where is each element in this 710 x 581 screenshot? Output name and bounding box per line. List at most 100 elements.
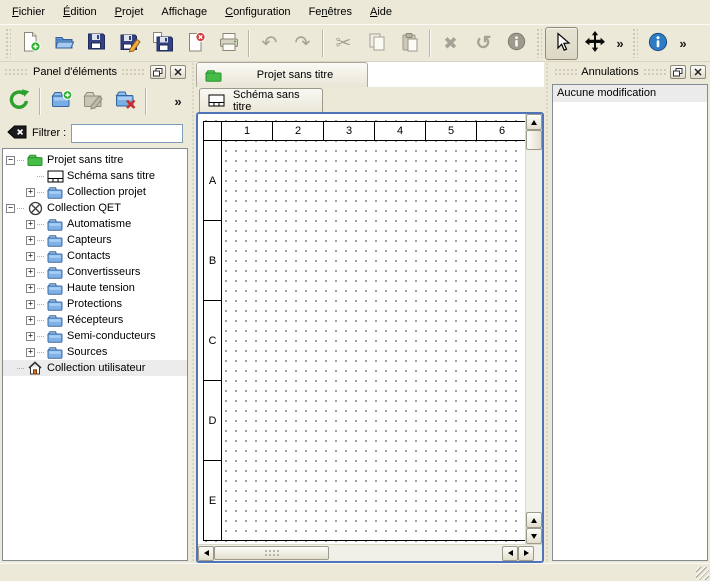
save-all-button[interactable]: [146, 27, 179, 60]
tree-item-haute-tension[interactable]: +Haute tension: [3, 280, 187, 296]
tree-item-recepteurs[interactable]: +Récepteurs: [3, 312, 187, 328]
tree-connector: [37, 192, 44, 193]
titlebar-texture: [643, 68, 666, 76]
about-button[interactable]: [641, 27, 674, 60]
close-file-button[interactable]: [179, 27, 212, 60]
delete-category-button[interactable]: [110, 85, 140, 117]
paste-button[interactable]: [393, 27, 426, 60]
expand-toggle[interactable]: +: [26, 284, 35, 293]
rotate-button[interactable]: ↺: [467, 27, 500, 60]
expand-toggle[interactable]: +: [26, 332, 35, 341]
scroll-up-button[interactable]: [526, 512, 542, 528]
move-tool-button[interactable]: [578, 27, 611, 60]
menu-aide[interactable]: Aide: [361, 2, 401, 22]
vertical-scrollbar[interactable]: [525, 114, 542, 544]
expand-toggle[interactable]: +: [26, 348, 35, 357]
close-panel-button[interactable]: [170, 65, 186, 79]
undo-panel-titlebar: Annulations: [550, 62, 710, 82]
vertical-scroll-thumb[interactable]: [526, 130, 542, 150]
expand-toggle[interactable]: +: [26, 316, 35, 325]
edit-category-button[interactable]: [78, 85, 108, 117]
filter-input[interactable]: [71, 124, 183, 143]
cut-button[interactable]: ✂: [327, 27, 360, 60]
tree-item-collection-utilisateur[interactable]: Collection utilisateur: [3, 360, 187, 376]
horizontal-scroll-track[interactable]: [329, 545, 502, 561]
resize-grip[interactable]: [696, 567, 709, 580]
tree-item-collection-projet[interactable]: +Collection projet: [3, 184, 187, 200]
redo-button[interactable]: ↷: [286, 27, 319, 60]
toolbar-handle[interactable]: [536, 28, 542, 58]
expand-toggle[interactable]: +: [26, 188, 35, 197]
horizontal-scrollbar[interactable]: [198, 544, 542, 561]
menu-fenetres[interactable]: Fenêtres: [300, 2, 361, 22]
delete-button[interactable]: ✖: [434, 27, 467, 60]
diagram-canvas[interactable]: 123456 ABCDE: [198, 114, 525, 544]
save-button[interactable]: [80, 27, 113, 60]
element-info-button[interactable]: [500, 27, 533, 60]
tree-item-semi-conducteurs[interactable]: +Semi-conducteurs: [3, 328, 187, 344]
print-icon: [218, 31, 240, 56]
scroll-right-button[interactable]: [518, 546, 534, 561]
diagram-icon: [207, 94, 225, 107]
vertical-scroll-track[interactable]: [526, 150, 542, 512]
tree-connector: [37, 320, 44, 321]
menu-affichage[interactable]: Affichage: [152, 2, 216, 22]
tree-item-automatisme[interactable]: + Automatisme: [3, 216, 187, 232]
menu-projet[interactable]: Projet: [106, 2, 153, 22]
undo-button[interactable]: ↶: [253, 27, 286, 60]
float-panel-button[interactable]: [670, 65, 686, 79]
scroll-left-button[interactable]: [502, 546, 518, 561]
scroll-up-button[interactable]: [526, 114, 542, 130]
expand-toggle[interactable]: +: [26, 300, 35, 309]
tree-item-schema-sans-titre[interactable]: Schéma sans titre: [3, 168, 187, 184]
tree-item-sources[interactable]: +Sources: [3, 344, 187, 360]
expand-toggle[interactable]: +: [26, 220, 35, 229]
save-as-button[interactable]: [113, 27, 146, 60]
schema-tab[interactable]: Schéma sans titre: [199, 88, 323, 112]
menu-configuration[interactable]: Configuration: [216, 2, 299, 22]
tree-item-collection-qet[interactable]: −Collection QET: [3, 200, 187, 216]
scroll-down-button[interactable]: [526, 528, 542, 544]
home-icon: [26, 361, 44, 375]
panel-overflow-button[interactable]: »: [170, 85, 186, 117]
undo-list-item[interactable]: Aucune modification: [553, 85, 707, 102]
menu-edition[interactable]: Édition: [54, 2, 106, 22]
tree-item-capteurs[interactable]: +Capteurs: [3, 232, 187, 248]
drawing-sheet[interactable]: [222, 141, 525, 541]
open-project-button[interactable]: [47, 27, 80, 60]
expand-toggle[interactable]: +: [26, 268, 35, 277]
collapse-toggle[interactable]: −: [6, 156, 15, 165]
project-tab[interactable]: Projet sans titre: [196, 62, 368, 87]
move-arrows-icon: [583, 30, 607, 57]
scroll-left-button[interactable]: [198, 546, 214, 561]
copy-button[interactable]: [360, 27, 393, 60]
horizontal-scroll-thumb[interactable]: [214, 546, 329, 560]
tools-overflow-button[interactable]: »: [611, 27, 629, 60]
tree-item-convertisseurs[interactable]: +Convertisseurs: [3, 264, 187, 280]
new-document-button[interactable]: [14, 27, 47, 60]
expand-toggle[interactable]: +: [26, 252, 35, 261]
row-header: A: [203, 141, 222, 221]
collapse-toggle[interactable]: −: [6, 204, 15, 213]
close-panel-button[interactable]: [690, 65, 706, 79]
toolbar-handle[interactable]: [5, 28, 11, 58]
titlebar-texture: [121, 68, 146, 76]
info-overflow-button[interactable]: »: [674, 27, 692, 60]
menu-fichier[interactable]: Fichier: [3, 2, 54, 22]
toolbar-handle[interactable]: [632, 28, 638, 58]
print-button[interactable]: [212, 27, 245, 60]
folder-icon: [46, 186, 64, 199]
expand-toggle[interactable]: +: [26, 236, 35, 245]
elements-panel-title: Panel d'éléments: [33, 66, 117, 78]
column-header: 2: [273, 121, 324, 141]
tree-item-contacts[interactable]: +Contacts: [3, 248, 187, 264]
tree-item-projet-sans-titre[interactable]: −Projet sans titre: [3, 152, 187, 168]
reload-collections-button[interactable]: [4, 85, 34, 117]
new-category-button[interactable]: [46, 85, 76, 117]
clear-filter-icon[interactable]: [7, 125, 27, 142]
tree-item-protections[interactable]: +Protections: [3, 296, 187, 312]
select-tool-button[interactable]: [545, 27, 578, 60]
arrow-up-icon: [531, 518, 537, 523]
tree-item-label: Automatisme: [67, 218, 135, 230]
float-panel-button[interactable]: [150, 65, 166, 79]
